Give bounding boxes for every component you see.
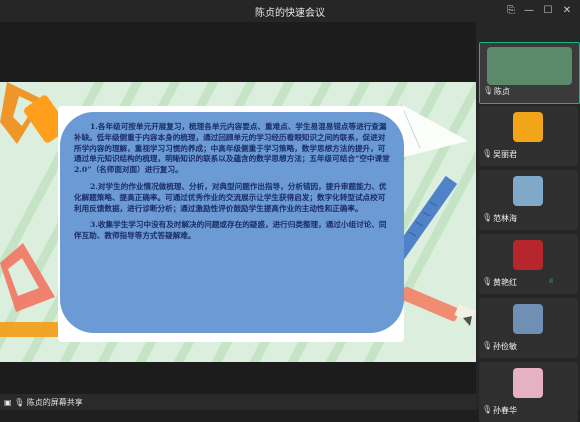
screen-share-icon: ▣ [4, 398, 12, 407]
participant-tile[interactable]: 🎙 吴丽君 [479, 106, 578, 166]
participant-tile[interactable]: 🎙 黄艳红 ıl [479, 234, 578, 294]
signal-icon: ıl [549, 277, 553, 285]
participant-tile[interactable]: 🎙 孙春华 [479, 362, 578, 422]
slide-paragraph-3: 3.收集学生学习中没有及时解决的问题或存在的疑惑，进行归类整理，通过小组讨论、同… [74, 220, 387, 241]
close-button[interactable]: ✕ [558, 2, 576, 20]
mic-icon[interactable]: 🎙 [483, 86, 493, 95]
maximize-button[interactable]: ☐ [539, 2, 557, 20]
mic-muted-icon[interactable]: 🎙 [482, 213, 492, 222]
participant-name: 陈贞 [494, 87, 510, 96]
slide-text: 1.各年级可按单元开展复习，梳理各单元内容要点、重难点、学生易混易错点等进行查漏… [74, 122, 392, 248]
mic-muted-icon[interactable]: 🎙 [482, 149, 492, 158]
minimize-button[interactable]: — [520, 2, 538, 20]
screen-share-label: ▣ 🎙 陈贞的屏幕共享 [4, 398, 83, 407]
participants-panel: 🎙 陈贞 🎙 吴丽君 🎙 范林海 🎙 黄艳红 ıl 🎙 孙俭敏 🎙 孙春华 [476, 22, 580, 422]
participant-tile[interactable]: 🎙 孙俭敏 [479, 298, 578, 358]
slide-paragraph-2: 2.对学生的作业情况做梳理、分析，对典型问题作出指导，分析错因，提升审题能力、优… [74, 181, 387, 213]
avatar [513, 112, 543, 142]
pin-icon[interactable]: ⎘ [502, 2, 520, 20]
participant-name: 范林海 [493, 214, 517, 223]
window-title: 陈贞的快速会议 [255, 8, 325, 19]
screen-share-bar: ▣ 🎙 陈贞的屏幕共享 [0, 394, 476, 410]
participant-name: 黄艳红 [493, 278, 517, 287]
mic-muted-icon[interactable]: 🎙 [482, 341, 492, 350]
participant-name: 孙春华 [493, 406, 517, 415]
mic-icon: 🎙 [14, 398, 25, 407]
avatar [513, 368, 543, 398]
avatar [513, 176, 543, 206]
avatar [513, 240, 543, 270]
participant-name: 吴丽君 [493, 150, 517, 159]
slide-text-box: 1.各年级可按单元开展复习，梳理各单元内容要点、重难点、学生易混易错点等进行查漏… [60, 112, 404, 333]
video-feed [487, 47, 572, 85]
title-bar: 陈贞的快速会议 ⎘ — ☐ ✕ [0, 0, 580, 22]
participant-tile[interactable]: 🎙 陈贞 [479, 42, 580, 104]
mic-muted-icon[interactable]: 🎙 [482, 277, 492, 286]
avatar [513, 304, 543, 334]
shared-screen-area: 1.各年级可按单元开展复习，梳理各单元内容要点、重难点、学生易混易错点等进行查漏… [0, 22, 476, 394]
presentation-slide: 1.各年级可按单元开展复习，梳理各单元内容要点、重难点、学生易混易错点等进行查漏… [0, 82, 476, 362]
participant-name: 孙俭敏 [493, 342, 517, 351]
slide-paragraph-1: 1.各年级可按单元开展复习，梳理各单元内容要点、重难点、学生易混易错点等进行查漏… [74, 122, 390, 175]
participant-tile[interactable]: 🎙 范林海 [479, 170, 578, 230]
